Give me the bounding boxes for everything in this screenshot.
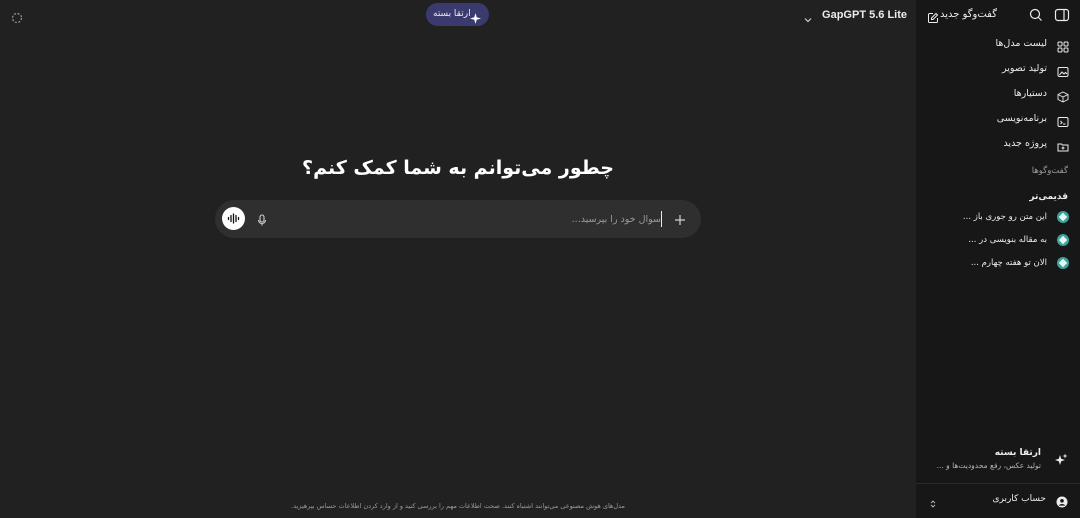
conversations-heading: گفت‌وگوها	[1031, 166, 1068, 176]
upgrade-pill-button[interactable]: ارتقا بسته	[426, 3, 489, 26]
sidebar-toggle-icon[interactable]	[1054, 7, 1070, 23]
message-composer	[215, 200, 701, 238]
account-menu[interactable]: حساب کاربری	[928, 492, 1068, 508]
conversation-icon	[1057, 257, 1069, 269]
disclaimer-text: مدل‌های هوش مصنوعی می‌توانند اشتباه کنند…	[291, 502, 625, 510]
conversation-item[interactable]: این متن رو جوری باز ...	[919, 210, 1069, 224]
conversation-title: الان تو هفته چهارم ...	[970, 258, 1047, 268]
sidebar-item-new-project[interactable]: پروژه جدید	[919, 136, 1069, 152]
main-header: ارتقا بسته GapGPT 5.6 Lite	[0, 0, 916, 30]
older-heading: قدیمی‌تر	[1029, 192, 1068, 202]
sparkles-icon	[1054, 452, 1068, 466]
search-icon[interactable]	[1028, 7, 1044, 23]
voice-mode-button[interactable]	[222, 207, 245, 230]
conversation-title: به مقاله بنویسی در ...	[968, 235, 1047, 245]
chevron-down-icon	[803, 10, 813, 23]
conversation-item[interactable]: الان تو هفته چهارم ...	[919, 256, 1069, 270]
upgrade-subtitle: تولید عکس، رفع محدودیت‌ها و ...	[936, 461, 1041, 470]
message-input[interactable]	[481, 210, 661, 228]
sidebar-item-label: تولید تصویر	[1002, 63, 1047, 74]
loading-icon	[11, 9, 23, 24]
new-chat-button[interactable]: گفت‌وگو جدید	[927, 8, 997, 23]
folder-plus-icon	[1057, 138, 1069, 152]
new-chat-label: گفت‌وگو جدید	[939, 9, 997, 20]
sidebar-item-assistants[interactable]: دستیارها	[919, 86, 1069, 103]
plus-icon[interactable]	[673, 212, 687, 226]
model-selector[interactable]: GapGPT 5.6 Lite	[803, 6, 907, 24]
account-label: حساب کاربری	[992, 494, 1046, 504]
sidebar-divider	[916, 483, 1080, 484]
text-caret	[661, 211, 662, 227]
upgrade-title: ارتقا بسته	[994, 448, 1041, 458]
sidebar-item-image-generation[interactable]: تولید تصویر	[919, 61, 1069, 77]
sidebar: لیست مدل‌ها تولید تصویر دستیارها برنامه‌…	[916, 0, 1080, 518]
sparkle-icon	[470, 9, 481, 24]
conversation-icon	[1057, 211, 1069, 223]
sidebar-item-programming[interactable]: برنامه‌نویسی	[919, 111, 1069, 127]
sidebar-item-label: دستیارها	[1013, 88, 1047, 99]
page-headline: چطور می‌توانم به شما کمک کنم؟	[302, 157, 614, 179]
grid-icon	[1057, 38, 1069, 53]
microphone-icon[interactable]	[255, 212, 269, 226]
cube-icon	[1057, 88, 1069, 103]
sidebar-item-label: برنامه‌نویسی	[996, 113, 1047, 124]
code-icon	[1057, 113, 1069, 127]
image-icon	[1057, 63, 1069, 77]
conversation-item[interactable]: به مقاله بنویسی در ...	[919, 233, 1069, 247]
upgrade-plan-card[interactable]: ارتقا بسته تولید عکس، رفع محدودیت‌ها و .…	[926, 448, 1068, 474]
sidebar-item-label: پروژه جدید	[1003, 138, 1047, 149]
model-name: GapGPT 5.6 Lite	[822, 9, 907, 21]
user-icon	[1056, 493, 1068, 508]
sidebar-item-models[interactable]: لیست مدل‌ها	[919, 36, 1069, 53]
chevron-updown-icon	[928, 494, 938, 508]
sidebar-item-label: لیست مدل‌ها	[995, 38, 1047, 49]
edit-icon	[927, 9, 939, 23]
conversation-icon	[1057, 234, 1069, 246]
waveform-icon	[227, 213, 240, 224]
conversation-title: این متن رو جوری باز ...	[962, 212, 1047, 222]
upgrade-pill-label: ارتقا بسته	[433, 9, 471, 19]
